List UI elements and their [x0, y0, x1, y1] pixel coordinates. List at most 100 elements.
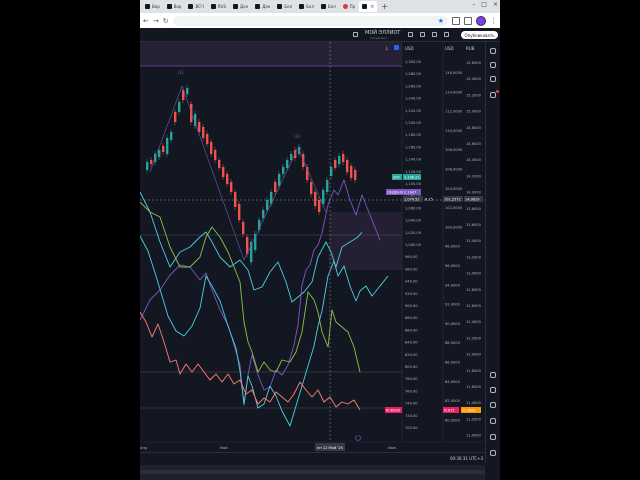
price-tick-left: 720.00 [405, 414, 418, 418]
price-tick-mid: 96,0000 [445, 264, 461, 268]
watchlist-icon[interactable] [490, 48, 496, 54]
chat-icon[interactable] [490, 92, 496, 98]
browser-tab[interactable]: Бел [296, 1, 317, 12]
candle-up [186, 88, 189, 94]
reload-icon[interactable]: ↻ [163, 17, 169, 25]
back-icon[interactable]: ← [143, 17, 149, 25]
candle-down [310, 182, 313, 194]
wave-label-3: (3) [294, 134, 300, 139]
tab-favicon-icon [362, 4, 368, 9]
alert-icon[interactable] [408, 32, 413, 37]
price-tick-right: 13,2000 [466, 255, 482, 259]
calendar-icon[interactable] [490, 387, 496, 393]
price-tick-right: 14,4000 [466, 158, 482, 162]
browser-tab-bar: Вор Вор ВСЧ RUS Дон Дон Бел Бел Бел Пр ×… [140, 0, 500, 13]
url-input[interactable]: ★ [172, 15, 448, 26]
publish-button[interactable]: Опубликовать [461, 31, 498, 39]
tab-close-icon[interactable]: × [370, 4, 374, 10]
price-tick-left: 880.00 [405, 316, 418, 320]
price-tick-right: 13,8000 [466, 207, 482, 211]
tab-favicon-icon [320, 4, 326, 9]
candle-up [322, 190, 325, 204]
price-tick-mid: 86,0000 [445, 361, 461, 365]
forward-icon[interactable]: → [153, 17, 159, 25]
price-tick-left: 1,060.00 [405, 206, 422, 210]
candle-up [326, 180, 329, 192]
crosshair-mid: 101,2572 [444, 198, 461, 202]
new-tab-icon[interactable]: + [378, 2, 391, 11]
price-tick-mid: 110,0000 [445, 129, 463, 133]
alarm-clock-icon[interactable] [490, 62, 496, 68]
bookmark-star-icon[interactable]: ★ [438, 17, 444, 25]
price-tick-left: 1,040.00 [405, 219, 422, 223]
price-tick-left: 1,180.00 [405, 133, 422, 137]
timeline-scrollbar[interactable] [140, 470, 485, 474]
price-tick-left: 1,300.00 [405, 60, 422, 64]
layout-icon[interactable] [353, 32, 358, 37]
price-tick-right: 13,0000 [466, 272, 482, 276]
price-tick-mid: 80,0000 [445, 418, 461, 422]
fullscreen-icon[interactable] [432, 32, 437, 37]
price-tick-left: 1,280.00 [405, 72, 422, 76]
browser-tab[interactable]: RUS [208, 1, 229, 12]
candle-down [218, 160, 221, 168]
youtube-favicon-icon [342, 4, 348, 9]
price-tick-left: 1,240.00 [405, 97, 422, 101]
broadcast-icon[interactable] [490, 434, 496, 440]
price-tick-right: 15,4000 [466, 77, 482, 81]
browser-tab[interactable]: Бел [318, 1, 339, 12]
browser-tab[interactable]: Вор [142, 1, 163, 12]
browser-tab[interactable]: Дон [252, 1, 273, 12]
extensions-icon[interactable] [452, 16, 460, 25]
notification-dot [496, 90, 499, 93]
target-icon[interactable] [490, 372, 496, 378]
price-tick-left: 1,100.00 [405, 182, 422, 186]
candle-down [202, 127, 205, 138]
browser-tab[interactable]: Пр [340, 1, 359, 12]
help-icon[interactable] [490, 418, 496, 424]
status-bar: 00:30:31 UTC+3 [140, 452, 485, 464]
price-tick-right: 15,2000 [466, 93, 482, 97]
browser-tab[interactable]: ВСЧ [185, 1, 206, 12]
price-tick-right: 12,8000 [466, 288, 482, 292]
browser-tab[interactable]: Дон [230, 1, 251, 12]
data-window-icon[interactable] [490, 76, 496, 82]
price-tick-right: 11,0000 [466, 434, 482, 438]
candle-up [286, 160, 289, 168]
bell-icon[interactable] [490, 450, 496, 456]
close-window-icon[interactable]: × [493, 1, 498, 8]
tab-favicon-icon [277, 4, 283, 9]
maximize-icon[interactable]: □ [481, 1, 487, 8]
network-icon[interactable] [490, 402, 496, 408]
browser-tab[interactable]: Бел [274, 1, 295, 12]
price-tick-left: 740.00 [405, 402, 418, 406]
candle-down [190, 104, 193, 122]
side-panel-icon[interactable] [464, 16, 472, 25]
price-tick-right: 12,6000 [466, 304, 482, 308]
browser-tab-active[interactable]: × [359, 1, 378, 12]
browser-tab[interactable]: Вор [164, 1, 185, 12]
candle-down [274, 182, 277, 192]
crosshair-date: пн 12 Май '25 [317, 446, 343, 450]
camera-icon[interactable] [444, 32, 449, 37]
price-tick-right: 15,0000 [466, 110, 482, 114]
crosshair-value: 0,1947 [404, 191, 416, 195]
browser-menu-icon[interactable]: ⋮ [490, 17, 497, 25]
profile-avatar[interactable] [476, 15, 486, 26]
range-shade-top [140, 42, 402, 66]
price-tick-mid: 94,0000 [445, 283, 461, 287]
price-tick-left: 1,200.00 [405, 121, 422, 125]
candle-down [162, 146, 165, 152]
price-tick-mid: 114,0000 [445, 90, 463, 94]
price-chart[interactable]: (1) (3) 1,300.00 1,280.00 1,260.00 1,240.00 1… [140, 42, 485, 452]
save-status: Сохранено [370, 36, 388, 40]
price-tick-left: 900.00 [405, 304, 418, 308]
tab-favicon-icon [255, 4, 261, 9]
candle-down [350, 166, 353, 178]
price-tick-left: 1,160.00 [405, 145, 422, 149]
tab-favicon-icon [210, 4, 216, 9]
settings-icon[interactable] [420, 32, 425, 37]
currency-select-mid: USD [445, 46, 454, 51]
minimize-icon[interactable]: – [472, 1, 475, 8]
candle-down [210, 142, 213, 154]
